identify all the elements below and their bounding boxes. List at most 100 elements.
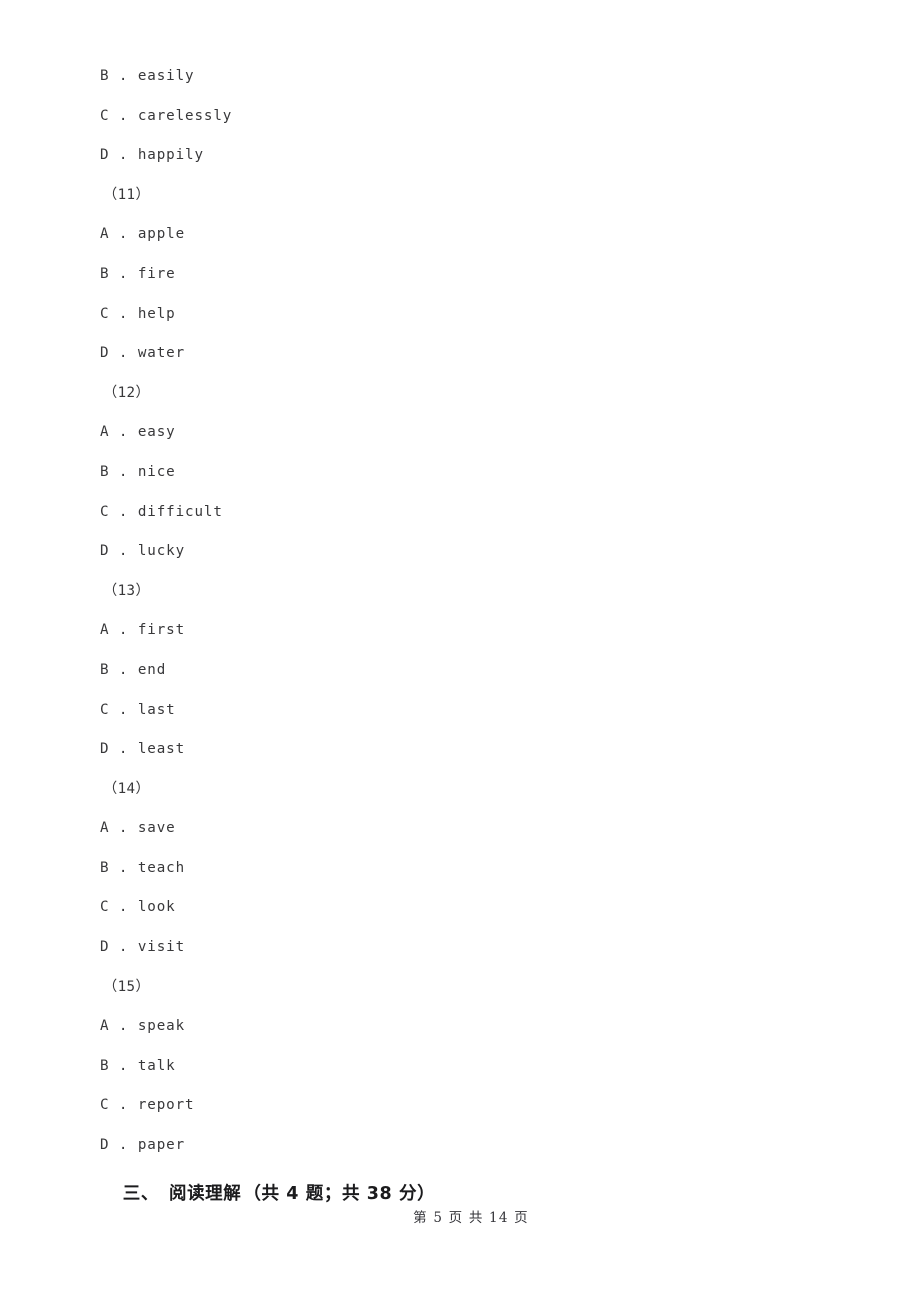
answer-option[interactable]: D . visit <box>0 928 920 968</box>
answer-option[interactable]: C . look <box>0 888 920 928</box>
option-letter: D <box>100 345 110 362</box>
question-number-label: （14） <box>103 780 151 797</box>
option-letter: C <box>100 305 110 322</box>
option-text: end <box>137 661 167 678</box>
option-letter: B <box>100 661 110 678</box>
option-separator: . <box>118 741 129 758</box>
option-letter: B <box>100 1057 110 1074</box>
option-text: difficult <box>137 503 223 520</box>
option-separator: . <box>118 107 129 124</box>
option-letter: C <box>100 701 110 718</box>
option-text: report <box>137 1097 195 1114</box>
answer-option[interactable]: D . least <box>0 730 920 770</box>
option-text: look <box>137 899 176 916</box>
question-number: （12） <box>0 374 920 414</box>
option-text: help <box>137 305 176 322</box>
option-letter: A <box>100 226 110 243</box>
option-letter: D <box>100 741 110 758</box>
option-separator: . <box>118 622 129 639</box>
option-separator: . <box>118 503 129 520</box>
option-text: apple <box>137 226 186 243</box>
question-number: （13） <box>0 572 920 612</box>
answer-option[interactable]: D . water <box>0 334 920 374</box>
option-text: save <box>137 820 176 837</box>
option-separator: . <box>118 701 129 718</box>
answer-option[interactable]: C . difficult <box>0 493 920 533</box>
answer-option[interactable]: D . happily <box>0 136 920 176</box>
question-number-label: （12） <box>103 384 151 401</box>
option-letter: D <box>100 543 110 560</box>
option-separator: . <box>118 463 129 480</box>
option-separator: . <box>118 1057 129 1074</box>
option-letter: D <box>100 1137 110 1154</box>
option-text: teach <box>137 859 186 876</box>
option-letter: B <box>100 68 110 84</box>
question-number: （11） <box>0 176 920 216</box>
option-text: talk <box>137 1057 176 1074</box>
answer-option[interactable]: B . end <box>0 651 920 691</box>
option-text: fire <box>137 265 176 282</box>
option-letter: C <box>100 899 110 916</box>
option-separator: . <box>118 147 129 164</box>
page-footer-text: 第 5 页 共 14 页 <box>413 1210 529 1226</box>
answer-option[interactable]: B . talk <box>0 1047 920 1087</box>
answer-option[interactable]: A . save <box>0 809 920 849</box>
answer-option[interactable]: C . report <box>0 1086 920 1126</box>
option-separator: . <box>118 661 129 678</box>
option-text: paper <box>137 1137 186 1154</box>
answer-option[interactable]: A . speak <box>0 1007 920 1047</box>
option-separator: . <box>118 1018 129 1035</box>
option-text: first <box>137 622 186 639</box>
answer-option[interactable]: C . carelessly <box>0 97 920 137</box>
answer-option[interactable]: C . last <box>0 691 920 731</box>
option-letter: B <box>100 265 110 282</box>
option-letter: D <box>100 939 110 956</box>
answer-option[interactable]: A . first <box>0 611 920 651</box>
option-separator: . <box>118 68 129 84</box>
answer-option[interactable]: B . easily <box>0 57 920 97</box>
answer-option[interactable]: B . nice <box>0 453 920 493</box>
option-separator: . <box>118 1137 129 1154</box>
option-separator: . <box>118 1097 129 1114</box>
option-text: easily <box>137 68 195 84</box>
option-separator: . <box>118 899 129 916</box>
question-number-label: （15） <box>103 978 151 995</box>
option-text: last <box>137 701 176 718</box>
answer-option[interactable]: A . apple <box>0 215 920 255</box>
option-letter: C <box>100 503 110 520</box>
question-number-label: （13） <box>103 582 151 599</box>
option-separator: . <box>118 305 129 322</box>
answer-option[interactable]: B . teach <box>0 849 920 889</box>
option-letter: C <box>100 1097 110 1114</box>
option-separator: . <box>118 939 129 956</box>
option-text: water <box>137 345 186 362</box>
option-text: lucky <box>137 543 186 560</box>
option-text: easy <box>137 424 176 441</box>
document-page: B . easily C . carelessly D . happily （11） A… <box>0 0 920 1302</box>
option-letter: D <box>100 147 110 164</box>
option-text: visit <box>137 939 186 956</box>
answer-option[interactable]: A . easy <box>0 413 920 453</box>
option-letter: A <box>100 820 110 837</box>
option-text: speak <box>137 1018 186 1035</box>
option-text: carelessly <box>137 107 233 124</box>
option-letter: A <box>100 424 110 441</box>
page-footer: 第 5 页 共 14 页 <box>0 1190 920 1242</box>
option-letter: B <box>100 859 110 876</box>
option-separator: . <box>118 543 129 560</box>
answer-option[interactable]: D . lucky <box>0 532 920 572</box>
option-letter: B <box>100 463 110 480</box>
option-separator: . <box>118 859 129 876</box>
option-separator: . <box>118 265 129 282</box>
option-letter: A <box>100 1018 110 1035</box>
option-text: nice <box>137 463 176 480</box>
question-number: （15） <box>0 968 920 1008</box>
option-letter: A <box>100 622 110 639</box>
option-letter: C <box>100 107 110 124</box>
question-number: （14） <box>0 770 920 810</box>
answer-option[interactable]: C . help <box>0 295 920 335</box>
option-text: happily <box>137 147 204 164</box>
question-options-list: B . easily C . carelessly D . happily （11） A… <box>0 0 920 1166</box>
answer-option[interactable]: B . fire <box>0 255 920 295</box>
option-separator: . <box>118 345 129 362</box>
